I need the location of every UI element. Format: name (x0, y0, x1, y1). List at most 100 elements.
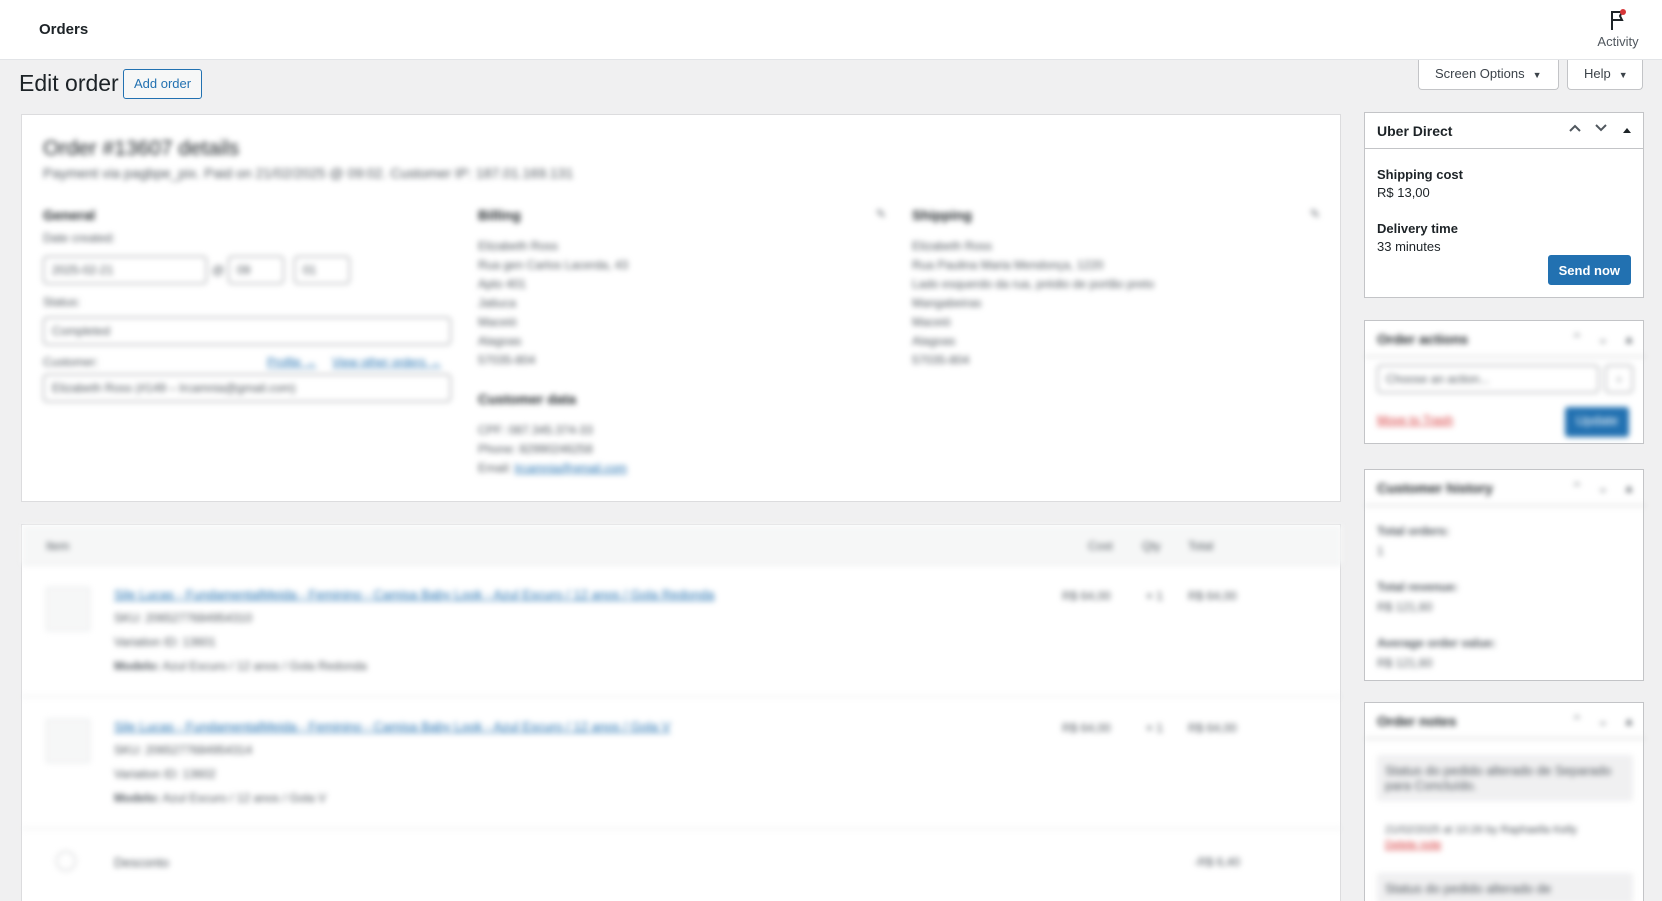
move-to-trash-link[interactable]: Move to Trash (1377, 413, 1453, 427)
billing-line: Alagoas (478, 334, 522, 348)
collapse-toggle-icon[interactable]: ▴ (1619, 711, 1639, 731)
delivery-time-value: 33 minutes (1377, 239, 1441, 254)
phone-line: Phone: 82990246258 (478, 442, 593, 456)
delivery-time-label: Delivery time (1377, 221, 1458, 236)
email-line: Email: lrcamnia@gmail.com (478, 459, 627, 478)
view-other-orders-link[interactable]: View other orders → (332, 353, 441, 372)
product-link[interactable]: Sile Lucas - FundamentalMeida - Feminino… (114, 717, 670, 736)
order-heading: Order #13607 details (43, 137, 240, 160)
shipping-line: Rua Paulina Maria Mendonça, 1220 (912, 258, 1104, 272)
customer-select[interactable]: Elizabeth Ross (#149 – lrcamnia@gmail.co… (43, 374, 451, 402)
model-value: Azul Escuro / 12 anos / Gola V (162, 791, 327, 805)
status-select[interactable]: Completed (43, 317, 451, 345)
collapse-toggle-icon[interactable] (1617, 121, 1637, 141)
order-subheading: Payment via pagbpe_pix. Paid on 21/02/20… (43, 165, 574, 181)
billing-line: 57035-804 (478, 353, 536, 367)
customer-history-box: Customer history ⌃ ⌄ ▴ Total orders: 1 Tot… (1364, 469, 1645, 681)
caret-down-icon: ▼ (1618, 70, 1628, 80)
total-orders-label: Total orders: (1377, 524, 1450, 538)
total-revenue-value: R$ 121,60 (1377, 600, 1433, 614)
order-notes-title: Order notes (1377, 713, 1457, 729)
collapse-toggle-icon[interactable]: ▴ (1619, 478, 1639, 498)
uber-direct-title: Uber Direct (1377, 123, 1453, 139)
screen-options-label: Screen Options (1435, 66, 1525, 81)
discount-label: Desconto (114, 855, 169, 870)
send-now-button[interactable]: Send now (1547, 255, 1631, 285)
screen-options-button[interactable]: Screen Options ▼ (1418, 60, 1559, 90)
product-sku: SKU: 2065277684954310 (114, 611, 253, 625)
status-label: Status: (43, 295, 81, 309)
item-total: R$ 64,00 (1188, 721, 1237, 735)
shipping-line: Elizabeth Ross (912, 239, 993, 253)
shipping-line: Mangabeiras (912, 296, 982, 310)
move-down-icon[interactable]: ⌄ (1593, 329, 1613, 349)
billing-address: Elizabeth Ross Rua gen Carlos Lacerda, 4… (478, 237, 628, 370)
shipping-cost-value: R$ 13,00 (1377, 185, 1430, 200)
shipping-heading: Shipping (912, 207, 972, 223)
minute-input[interactable]: 01 (294, 256, 350, 284)
apply-action-button[interactable]: › (1605, 365, 1633, 393)
edit-billing-icon[interactable]: ✎ (876, 205, 886, 224)
at-label: @ (212, 263, 225, 277)
move-down-icon[interactable]: ⌄ (1593, 478, 1613, 498)
item-total: R$ 64,00 (1188, 589, 1237, 603)
uber-direct-header: Uber Direct (1365, 113, 1643, 149)
delete-note-link[interactable]: Delete note (1385, 839, 1441, 851)
page-title: Edit order (19, 70, 119, 96)
date-input[interactable]: 2025-02-21 (43, 256, 207, 284)
email-link[interactable]: lrcamnia@gmail.com (515, 461, 627, 475)
hour-input[interactable]: 09 (228, 256, 284, 284)
order-actions-title: Order actions (1377, 331, 1469, 347)
customer-label: Customer: (43, 355, 99, 369)
cost-column-header: Cost (1088, 539, 1113, 553)
product-link[interactable]: Sile Lucas - FundamentalMeida - Feminino… (114, 585, 714, 604)
move-up-icon[interactable]: ⌃ (1567, 329, 1587, 349)
add-order-button[interactable]: Add order (123, 69, 203, 99)
top-bar: Orders Activity (0, 0, 1662, 60)
product-model: Modelo: Azul Escuro / 12 anos / Gola V (114, 789, 326, 808)
variation-id: Variation ID: 13601 (114, 635, 216, 649)
table-row: Sile Lucas - FundamentalMeida - Feminino… (22, 697, 1342, 829)
move-down-icon[interactable] (1591, 121, 1611, 141)
order-note: Status do pedido alterado de (1377, 873, 1633, 901)
total-column-header: Total (1188, 539, 1214, 553)
shipping-line: Lado esquerdo da rua, prédio de portão p… (912, 277, 1155, 291)
item-qty: × 1 (1146, 721, 1164, 735)
delivery-time-block: Delivery time 33 minutes (1377, 221, 1458, 254)
shipping-line: Alagoas (912, 334, 956, 348)
product-sku: SKU: 2065277684954314 (114, 743, 253, 757)
edit-shipping-icon[interactable]: ✎ (1310, 205, 1320, 224)
order-actions-box: Order actions ⌃ ⌄ ▴ Choose an action... › … (1364, 320, 1645, 444)
activity-label: Activity (1597, 34, 1639, 49)
variation-id: Variation ID: 13602 (114, 767, 216, 781)
caret-down-icon: ▼ (1532, 70, 1542, 80)
help-button[interactable]: Help ▼ (1567, 60, 1643, 90)
discount-row: Desconto -R$ 6,40 (22, 829, 1342, 889)
order-action-select[interactable]: Choose an action... (1377, 365, 1599, 393)
update-button[interactable]: Update (1565, 407, 1629, 437)
item-cost: R$ 64,00 (1062, 589, 1111, 603)
move-down-icon[interactable]: ⌄ (1593, 711, 1613, 731)
product-model: Modelo: Azul Escuro / 12 anos / Gola Red… (114, 657, 367, 676)
shipping-cost-label: Shipping cost (1377, 167, 1463, 182)
note-meta: 21/02/2025 at 10:26 by Raphaella Kelly (1385, 824, 1578, 836)
total-orders-value: 1 (1377, 544, 1384, 558)
total-revenue-label: Total revenue: (1377, 580, 1459, 594)
uber-direct-box: Uber Direct Shipping cost R$ 13,00 Deliv… (1364, 112, 1644, 298)
model-value: Azul Escuro / 12 anos / Gola Redonda (162, 659, 367, 673)
move-up-icon[interactable]: ⌃ (1567, 711, 1587, 731)
shipping-address: Elizabeth Ross Rua Paulina Maria Mendonç… (912, 237, 1154, 370)
order-notes-box: Order notes ⌃ ⌄ ▴ Status do pedido alterad… (1364, 702, 1645, 901)
move-up-icon[interactable] (1565, 121, 1585, 141)
order-notes-header: Order notes ⌃ ⌄ ▴ (1365, 703, 1645, 739)
profile-link[interactable]: Profile → (267, 353, 316, 372)
billing-line: Jatiuca (478, 296, 517, 310)
order-details-panel: Order #13607 details Payment via pagbpe_… (21, 114, 1341, 502)
shipping-cost-block: Shipping cost R$ 13,00 (1377, 167, 1463, 200)
move-up-icon[interactable]: ⌃ (1567, 478, 1587, 498)
general-heading: General (43, 207, 96, 223)
top-bar-title: Orders (39, 21, 89, 38)
collapse-toggle-icon[interactable]: ▴ (1619, 329, 1639, 349)
activity-button[interactable]: Activity (1588, 8, 1648, 49)
billing-line: Maceió (478, 315, 517, 329)
